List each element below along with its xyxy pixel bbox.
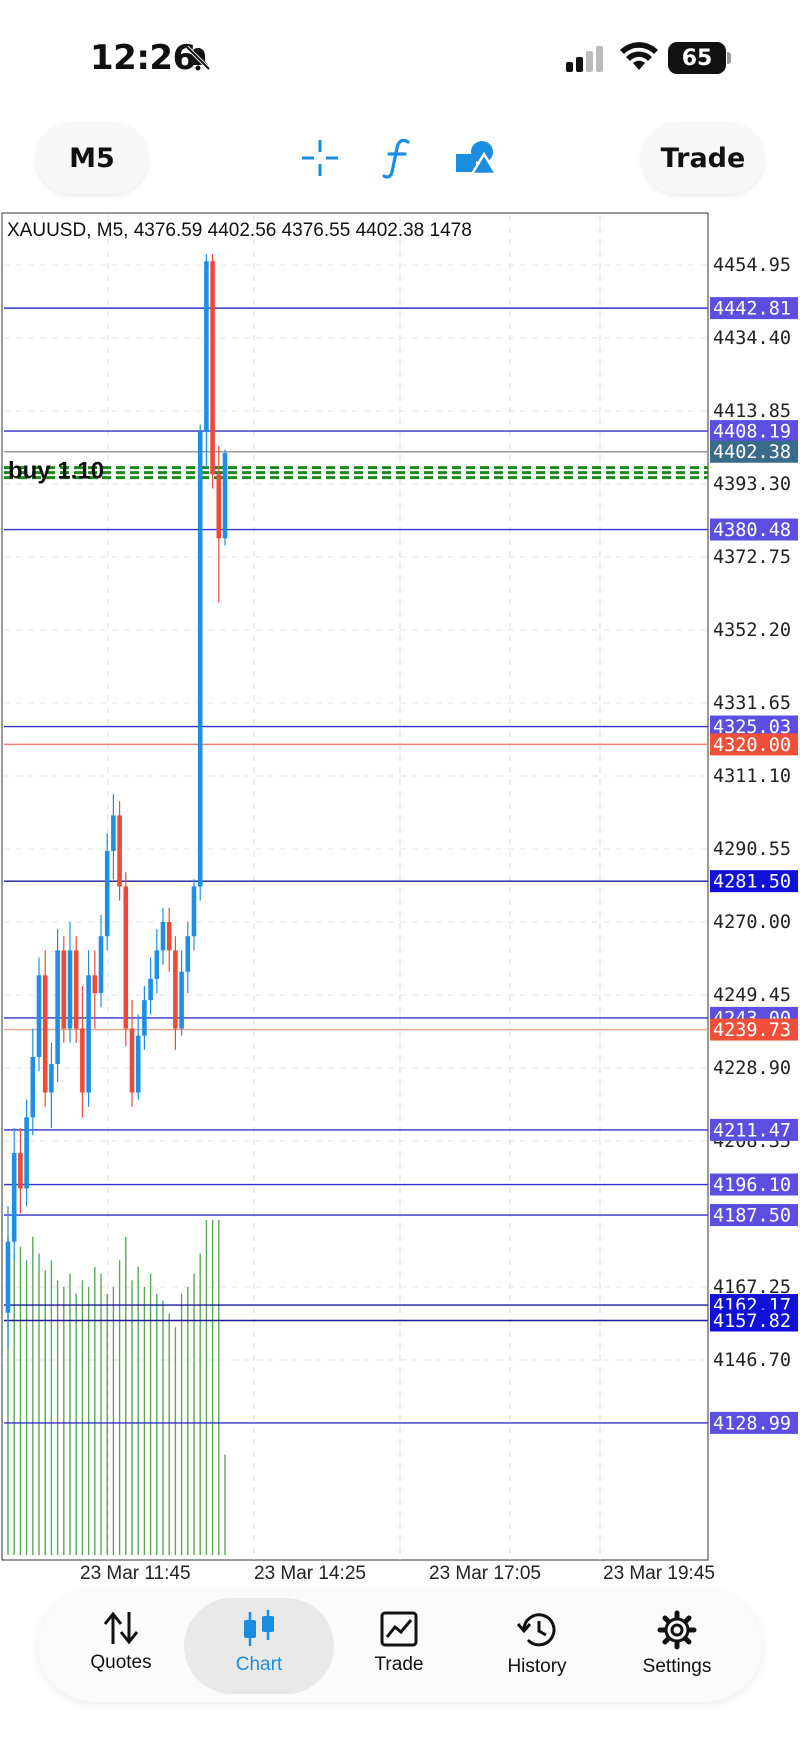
candle-body	[30, 1056, 36, 1118]
price-tick-label: 4249.45	[713, 985, 791, 1006]
candle-body	[67, 950, 73, 1029]
nav-label: History	[507, 1656, 567, 1677]
level-price-label: 4128.99	[713, 1413, 791, 1434]
trade-chart-icon	[380, 1611, 418, 1647]
timeframe-button[interactable]: M5	[36, 122, 148, 194]
price-tick-label: 4270.00	[713, 912, 791, 933]
price-tick-label: 4352.20	[713, 620, 791, 641]
trade-button[interactable]: Trade	[642, 122, 764, 194]
bottom-navigation: Quotes Chart Trade History Settings	[38, 1590, 762, 1702]
position-label: buy 1.10	[8, 458, 104, 485]
candle-body	[191, 886, 197, 937]
price-tick-label: 4228.90	[713, 1058, 791, 1079]
candle-body	[117, 815, 122, 887]
level-price-label: 4402.38	[713, 442, 791, 463]
bell-muted-icon	[185, 45, 211, 71]
candle-body	[73, 950, 79, 1029]
level-price-label: 4442.81	[713, 299, 791, 320]
candle-body	[49, 1064, 54, 1093]
crosshair-icon[interactable]	[292, 130, 348, 186]
candle-body	[11, 1152, 17, 1242]
candle-body	[111, 815, 116, 851]
level-price-label: 4281.50	[713, 872, 791, 893]
candle-body	[123, 886, 129, 1029]
candle-body	[135, 1035, 141, 1093]
price-tick-label: 4434.40	[713, 328, 791, 349]
nav-quotes[interactable]: Quotes	[46, 1598, 196, 1694]
nav-label: Quotes	[90, 1652, 152, 1673]
level-price-label: 4380.48	[713, 520, 791, 541]
price-tick-label: 4290.55	[713, 839, 791, 860]
candle-body	[204, 261, 209, 432]
candle-body	[98, 936, 104, 994]
level-price-label: 4211.47	[713, 1120, 791, 1141]
candle-body	[42, 975, 48, 1093]
candle-body	[142, 1000, 147, 1036]
price-tick-label: 4311.10	[713, 766, 791, 787]
price-tick-label: 4372.75	[713, 547, 791, 568]
history-clock-icon	[516, 1613, 556, 1647]
candle-body	[61, 950, 67, 1029]
status-time: 12:26	[90, 38, 196, 78]
candle-body	[197, 431, 203, 887]
candle-body	[104, 850, 110, 937]
candle-body	[179, 971, 184, 1029]
candle-body	[148, 978, 153, 1001]
candle-body	[210, 261, 215, 475]
chart-header: XAUUSD, M5, 4376.59 4402.56 4376.55 4402…	[7, 220, 472, 241]
chart-canvas[interactable]: 4454.95 4434.40 4413.85 4393.30 4372.75 4352.…	[0, 210, 800, 1590]
candle-body	[173, 950, 178, 1029]
level-price-label: 4157.82	[713, 1311, 791, 1332]
nav-trade[interactable]: Trade	[324, 1598, 474, 1694]
indicator-f-icon[interactable]	[370, 130, 426, 186]
nav-label: Trade	[374, 1654, 424, 1675]
time-axis-label: 23 Mar 17:05	[429, 1563, 541, 1584]
settings-gear-icon	[657, 1610, 697, 1650]
level-price-label: 4320.00	[713, 735, 791, 756]
wifi-icon	[620, 42, 658, 70]
candle-body	[185, 936, 191, 972]
status-bar: 12:26 65	[0, 0, 800, 110]
time-axis-label: 23 Mar 11:45	[80, 1563, 191, 1584]
cellular-signal-icon	[566, 46, 603, 72]
level-price-label: 4239.73	[713, 1020, 791, 1041]
chart-toolbar: M5 Trade	[0, 110, 800, 210]
quotes-arrows-icon	[103, 1611, 139, 1645]
candle-body	[216, 474, 222, 539]
candle-body	[166, 922, 172, 951]
candle-body	[5, 1241, 11, 1313]
candle-body	[24, 1117, 29, 1189]
candle-body	[160, 922, 166, 951]
nav-label: Settings	[642, 1656, 712, 1677]
time-axis-label: 23 Mar 19:45	[603, 1563, 715, 1584]
candle-body	[80, 1028, 85, 1093]
price-tick-label: 4393.30	[713, 474, 791, 495]
candle-body	[222, 453, 228, 539]
nav-settings[interactable]: Settings	[602, 1598, 752, 1694]
nav-history[interactable]: History	[462, 1598, 612, 1694]
candlestick-chart-icon	[244, 1610, 274, 1646]
candle-body	[36, 975, 42, 1057]
candle-body	[55, 950, 60, 1065]
candle-body	[92, 975, 98, 994]
candle-body	[86, 975, 91, 1093]
price-chart[interactable]: 4454.95 4434.40 4413.85 4393.30 4372.75 4352.…	[0, 210, 800, 1590]
candle-body	[18, 1152, 23, 1189]
level-price-label: 4196.10	[713, 1175, 791, 1196]
candle-body	[129, 1028, 135, 1093]
price-tick-label: 4146.70	[713, 1350, 791, 1371]
level-price-label: 4408.19	[713, 422, 791, 443]
nav-label: Chart	[235, 1654, 283, 1675]
objects-shapes-icon[interactable]	[448, 130, 504, 186]
battery-tip	[727, 52, 731, 64]
price-tick-label: 4413.85	[713, 401, 791, 422]
level-price-label: 4187.50	[713, 1206, 791, 1227]
nav-chart[interactable]: Chart	[184, 1598, 334, 1694]
price-tick-label: 4454.95	[713, 255, 791, 276]
battery-indicator: 65	[668, 42, 726, 74]
time-axis-label: 23 Mar 14:25	[254, 1563, 366, 1584]
price-tick-label: 4331.65	[713, 693, 791, 714]
candle-body	[154, 950, 160, 979]
